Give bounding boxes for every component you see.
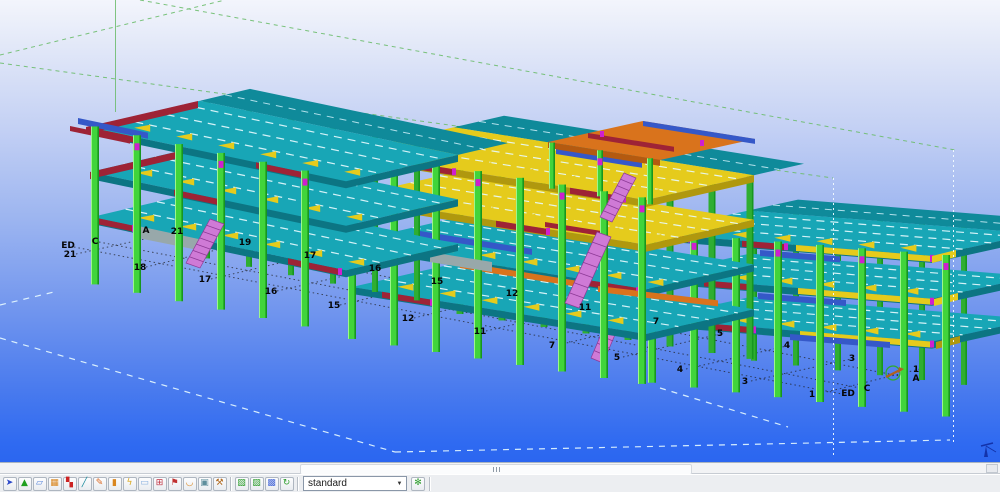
grid-label-4: 4 [677,366,683,375]
grid-label-5: 5 [717,330,723,339]
fit-view-icon[interactable]: ▧ [235,477,249,491]
grid-label-19: 19 [239,239,252,248]
application-window: ED21CA18171615121175431EDC21191716151211… [0,0,1000,492]
grid-label-18: 18 [134,264,147,273]
create-point-icon[interactable]: ▲ [18,477,32,491]
grid-label-11: 11 [474,328,487,337]
grid-label-17: 17 [199,276,212,285]
grid-label-c: C [92,238,99,247]
chevron-down-icon[interactable]: ▼ [393,481,406,487]
solid-box-icon[interactable]: ▣ [198,477,212,491]
grid-label-5: 5 [614,354,620,363]
create-polybeam-icon[interactable]: ✎ [93,477,107,491]
contour-plate-icon[interactable]: ▭ [138,477,152,491]
grid-label-17: 17 [304,252,317,261]
grid-label-3: 3 [742,378,748,387]
bolt-group-icon[interactable]: ⊞ [153,477,167,491]
grid-label-a: A [913,375,920,384]
create-grid-icon[interactable]: ▦ [48,477,62,491]
horizontal-scrollbar[interactable] [0,462,1000,474]
pan-view-icon[interactable]: ▩ [265,477,279,491]
weld-symbol-icon[interactable]: ◡ [183,477,197,491]
grid-label-12: 12 [506,290,519,299]
scrollbar-corner[interactable] [986,464,998,473]
zoom-area-icon[interactable]: ▨ [250,477,264,491]
grid-label-16: 16 [369,265,382,274]
grid-label-15: 15 [328,302,341,311]
component-flag-icon[interactable]: ⚑ [168,477,182,491]
rendering-preset-combobox[interactable]: standard ▼ [303,476,407,491]
view-orientation-symbol [984,446,988,457]
rotate-view-icon[interactable]: ↻ [280,477,294,491]
toolbar-options: ✻ [407,477,426,491]
grid-label-7: 7 [549,342,555,351]
combobox-value: standard [304,478,393,489]
model-viewport[interactable]: ED21CA18171615121175431EDC21191716151211… [0,0,1000,462]
grid-label-ed: ED [841,390,855,399]
bottom-toolbar: ➤▲▱▦▚╱✎▮ϟ▭⊞⚑◡▣⚒ ▧▨▩↻ standard ▼ ✻ [0,474,1000,492]
grid-label-16: 16 [265,288,278,297]
grid-label-a: A [143,227,150,236]
grid-label-12: 12 [402,315,415,324]
grid-label-c: C [864,385,871,394]
create-column-icon[interactable]: ▮ [108,477,122,491]
grid-label-7: 7 [653,318,659,327]
grid-label-3: 3 [849,355,855,364]
point-array-icon[interactable]: ▚ [63,477,77,491]
model-view-icon[interactable]: ▱ [33,477,47,491]
create-weld-icon[interactable]: ϟ [123,477,137,491]
grid-label-21: 21 [64,251,77,260]
create-beam-icon[interactable]: ╱ [78,477,92,491]
select-arrow-icon[interactable]: ➤ [3,477,17,491]
toolbar-icons: ➤▲▱▦▚╱✎▮ϟ▭⊞⚑◡▣⚒ ▧▨▩↻ [2,477,301,491]
grid-label-4: 4 [784,342,790,351]
grid-label-21: 21 [171,228,184,237]
render-options-icon[interactable]: ✻ [411,477,425,491]
grid-label-1: 1 [809,391,815,400]
grid-label-11: 11 [579,304,592,313]
grid-label-15: 15 [431,278,444,287]
tools-hammer-icon[interactable]: ⚒ [213,477,227,491]
